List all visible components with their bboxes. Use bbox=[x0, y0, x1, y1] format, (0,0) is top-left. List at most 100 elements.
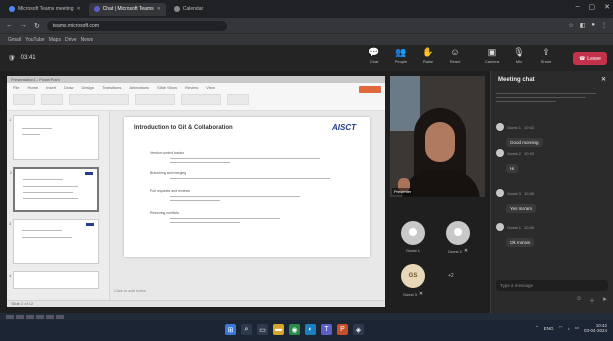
ribbon-tab[interactable]: Draw bbox=[64, 85, 73, 90]
react-button[interactable]: ☺ React bbox=[444, 47, 466, 64]
close-icon[interactable]: ✕ bbox=[76, 6, 80, 12]
window-preview[interactable] bbox=[46, 314, 54, 319]
browser-tab[interactable]: Microsoft Teams meeting ✕ bbox=[4, 3, 86, 16]
slide-thumbnail[interactable]: 4 bbox=[9, 271, 99, 289]
message-time: 10:06 bbox=[524, 224, 535, 230]
window-preview[interactable] bbox=[36, 314, 44, 319]
powerpoint-icon[interactable]: P bbox=[337, 324, 348, 335]
ribbon-tab[interactable]: File bbox=[13, 85, 19, 90]
ribbon-group[interactable] bbox=[181, 94, 221, 105]
message-author: Guest 3 bbox=[507, 190, 522, 196]
ribbon-tab[interactable]: Insert bbox=[46, 85, 56, 90]
share-button[interactable]: ⇪ Share bbox=[535, 47, 557, 64]
chat-message: Guest 1 10:02 Good morning bbox=[496, 123, 608, 149]
task-view-icon[interactable]: ▭ bbox=[257, 324, 268, 335]
teams-icon[interactable]: T bbox=[321, 324, 332, 335]
start-icon[interactable]: ⊞ bbox=[225, 324, 236, 335]
maximize-icon[interactable]: ▢ bbox=[589, 3, 596, 11]
thumb-logo bbox=[85, 172, 93, 175]
camera-button[interactable]: ▣ Camera bbox=[481, 47, 503, 64]
ribbon-group[interactable] bbox=[13, 94, 35, 105]
chat-input[interactable]: Type a message bbox=[496, 280, 608, 291]
language-indicator[interactable]: ENG bbox=[544, 326, 554, 331]
thumb-line bbox=[22, 128, 52, 129]
emoji-icon[interactable]: ☺ bbox=[576, 296, 582, 305]
message-text[interactable]: Hi bbox=[506, 164, 519, 173]
menu-icon[interactable]: ⋮ bbox=[601, 22, 607, 29]
windows-taskbar: ⊞ ⌕ ▭ ▬ ◉ ◐ T P ◈ ⌃ ENG ◠ ♪ ▭ 10:42 03-0… bbox=[0, 313, 613, 341]
ribbon-tab[interactable]: Design bbox=[81, 85, 93, 90]
browser-tab-bar: Microsoft Teams meeting ✕ Chat | Microso… bbox=[0, 0, 613, 18]
browser-tab[interactable]: Calendar bbox=[169, 3, 208, 16]
ribbon-group[interactable] bbox=[227, 94, 249, 105]
search-icon[interactable]: ⌕ bbox=[241, 324, 252, 335]
close-window-icon[interactable]: ✕ bbox=[604, 3, 610, 11]
window-preview[interactable] bbox=[26, 314, 34, 319]
volume-icon[interactable]: ♪ bbox=[567, 326, 569, 331]
minimize-icon[interactable]: – bbox=[576, 3, 580, 11]
close-icon[interactable]: ✕ bbox=[157, 6, 161, 12]
edge-icon[interactable]: ◐ bbox=[305, 324, 316, 335]
window-preview[interactable] bbox=[16, 314, 24, 319]
slide-thumbnail[interactable]: 3 bbox=[9, 219, 99, 264]
explorer-icon[interactable]: ▬ bbox=[273, 324, 284, 335]
ribbon-tab[interactable]: Slide Show bbox=[157, 85, 177, 90]
message-text[interactable]: Yes ma'am bbox=[506, 204, 536, 213]
ribbon-group[interactable] bbox=[69, 94, 129, 105]
slide-thumbnail[interactable]: 1 bbox=[9, 115, 99, 160]
notes-pane[interactable]: Click to add notes bbox=[114, 288, 146, 293]
participant-tile[interactable]: GS Guest 3 ✕ bbox=[396, 264, 430, 297]
bookmark-item[interactable]: YouTube bbox=[25, 37, 45, 43]
ribbon-group[interactable] bbox=[41, 94, 63, 105]
wifi-icon[interactable]: ◠ bbox=[559, 325, 563, 331]
participant-name: Guest 2 bbox=[447, 248, 462, 254]
clock[interactable]: 10:42 03-04-2024 bbox=[584, 323, 607, 333]
current-slide[interactable]: Introduction to Git & Collaboration AISC… bbox=[124, 117, 370, 257]
leave-button[interactable]: ☎ Leave bbox=[573, 52, 607, 65]
share-presentation-button[interactable] bbox=[359, 86, 381, 93]
ribbon-tab[interactable]: Transitions bbox=[102, 85, 121, 90]
battery-icon[interactable]: ▭ bbox=[575, 325, 579, 331]
bookmark-item[interactable]: News bbox=[81, 37, 94, 43]
send-icon[interactable]: ➤ bbox=[602, 296, 607, 305]
store-icon[interactable]: ◈ bbox=[353, 324, 364, 335]
chat-button[interactable]: 💬 Chat bbox=[363, 47, 385, 64]
presenter-video[interactable]: Presenter bbox=[390, 76, 485, 197]
ribbon-tab[interactable]: Home bbox=[27, 85, 38, 90]
tool-label: People bbox=[394, 59, 408, 64]
window-preview[interactable] bbox=[56, 314, 64, 319]
reload-icon[interactable]: ↻ bbox=[34, 22, 40, 30]
mic-button[interactable]: 🎙 Mic bbox=[508, 47, 530, 64]
message-text[interactable]: Ok ma'am bbox=[506, 238, 535, 247]
bookmark-item[interactable]: Drive bbox=[65, 37, 77, 43]
extensions-icon[interactable]: ◧ bbox=[580, 22, 586, 29]
chrome-icon[interactable]: ◉ bbox=[289, 324, 300, 335]
thumb-line bbox=[22, 134, 40, 135]
participant-tile[interactable]: Guest 1 bbox=[396, 221, 430, 253]
participant-tile[interactable]: Guest 2 ✕ bbox=[441, 221, 475, 254]
chevron-up-icon[interactable]: ⌃ bbox=[535, 325, 539, 331]
ppt-window-title: Presentation1 - PowerPoint bbox=[7, 76, 385, 83]
browser-tab-active[interactable]: Chat | Microsoft Teams ✕ bbox=[88, 2, 166, 16]
shield-icon: 🛡 bbox=[8, 55, 16, 62]
raise-hand-button[interactable]: ✋ Raise bbox=[417, 47, 439, 64]
forward-icon[interactable]: → bbox=[20, 22, 27, 29]
people-button[interactable]: 👥 People bbox=[390, 47, 412, 64]
ribbon-group[interactable] bbox=[135, 94, 175, 105]
attach-icon[interactable]: ＋ bbox=[589, 296, 595, 305]
slide-thumbnail-selected[interactable]: 2 bbox=[10, 167, 99, 212]
ribbon-tab[interactable]: Animations bbox=[129, 85, 149, 90]
url-input[interactable]: teams.microsoft.com bbox=[46, 20, 227, 31]
bookmark-item[interactable]: Gmail bbox=[8, 37, 21, 43]
star-icon[interactable]: ☆ bbox=[568, 22, 573, 29]
message-text[interactable]: Good morning bbox=[506, 138, 543, 147]
ribbon-tab[interactable]: View bbox=[206, 85, 215, 90]
more-participants[interactable]: +2 bbox=[448, 273, 454, 279]
bookmark-item[interactable]: Maps bbox=[49, 37, 61, 43]
close-icon[interactable]: ✕ bbox=[601, 76, 606, 83]
window-preview[interactable] bbox=[6, 314, 14, 319]
bullet-subtext bbox=[170, 200, 220, 201]
profile-icon[interactable]: ● bbox=[591, 22, 595, 29]
back-icon[interactable]: ← bbox=[6, 22, 13, 29]
ribbon-tab[interactable]: Review bbox=[185, 85, 198, 90]
